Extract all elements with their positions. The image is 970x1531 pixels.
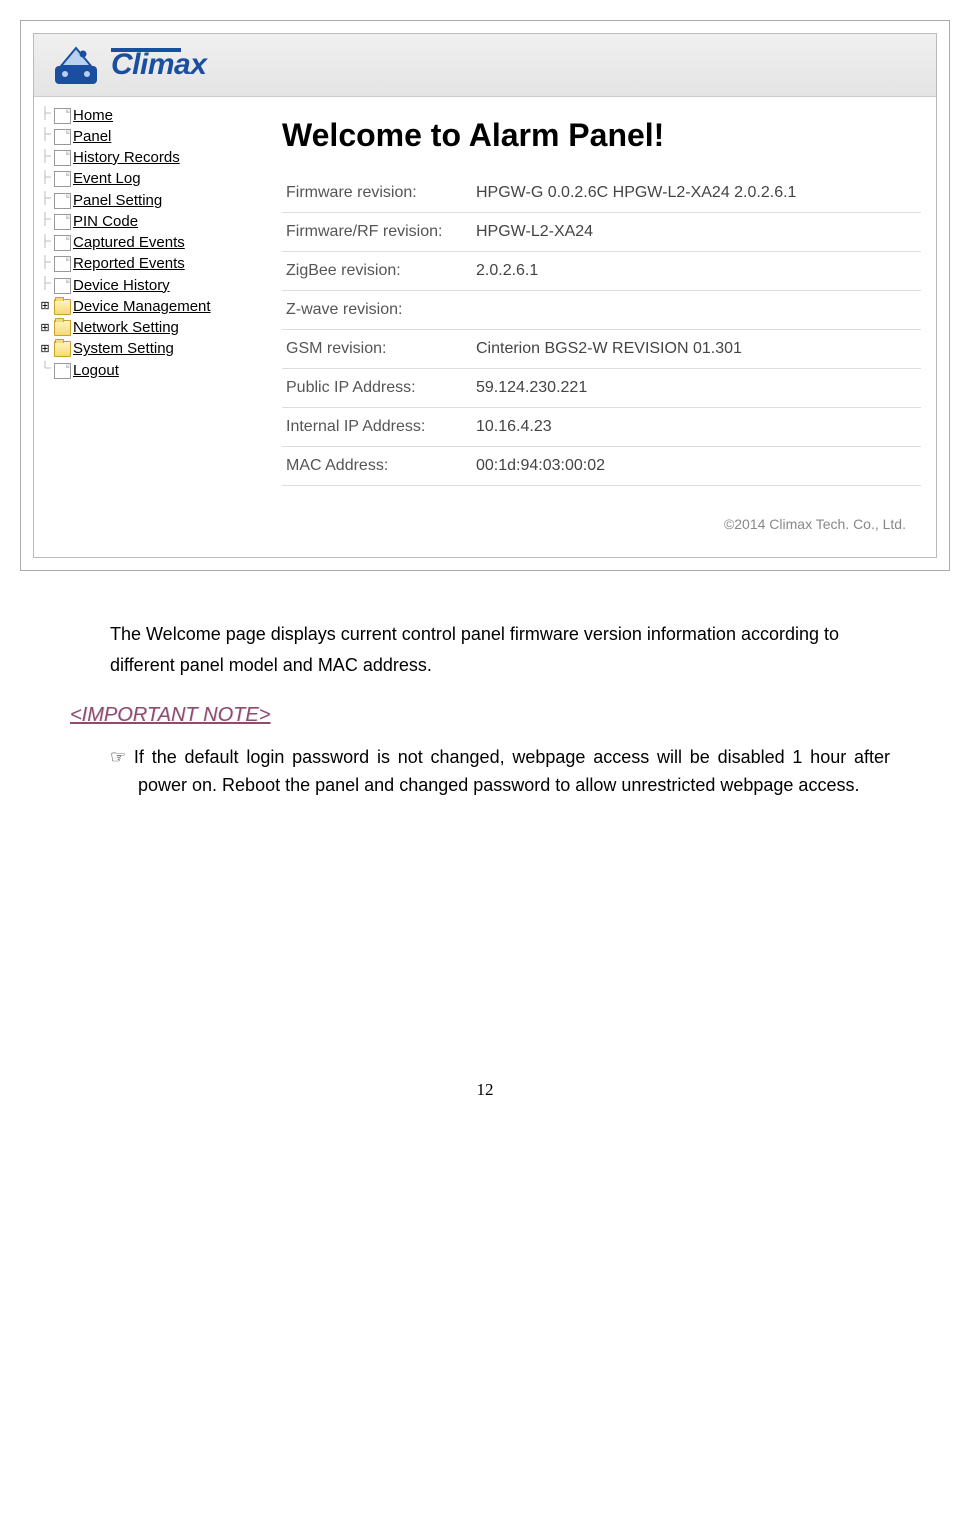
content-area: HomePanelHistory RecordsEvent LogPanel S… [34,97,936,557]
info-value: 00:1d:94:03:00:02 [476,457,605,475]
info-label: Public IP Address: [286,379,476,397]
info-row: GSM revision:Cinterion BGS2-W REVISION 0… [282,330,921,369]
copyright-text: ©2014 Climax Tech. Co., Ltd. [282,486,921,547]
info-label: ZigBee revision: [286,262,476,280]
tree-line-icon [38,127,52,146]
sidebar-item-reported-events[interactable]: Reported Events [38,254,248,275]
sidebar-item-device-management[interactable]: ⊞ Device Management [38,296,248,317]
sidebar-item-captured-events[interactable]: Captured Events [38,233,248,254]
sidebar-item-panel-setting[interactable]: Panel Setting [38,190,248,211]
sidebar-item-label[interactable]: Panel [73,127,111,147]
page-icon [54,108,71,124]
tree-line-icon [38,149,52,168]
page-icon [54,278,71,294]
page-icon [54,363,71,379]
sidebar-item-label[interactable]: History Records [73,148,180,168]
tree-line-icon [38,191,52,210]
page-title: Welcome to Alarm Panel! [282,117,921,154]
page-icon [54,235,71,251]
note-text-content: If the default login password is not cha… [134,747,890,795]
info-label: MAC Address: [286,457,476,475]
info-value: HPGW-G 0.0.2.6C HPGW-L2-XA24 2.0.2.6.1 [476,184,796,202]
folder-icon [54,320,71,336]
info-row: Firmware/RF revision:HPGW-L2-XA24 [282,213,921,252]
tree-line-icon [38,361,52,380]
app-window: Climax HomePanelHistory RecordsEvent Log… [33,33,937,558]
sidebar-item-label[interactable]: System Setting [73,339,174,359]
document-body: The Welcome page displays current contro… [20,571,950,800]
info-row: Public IP Address:59.124.230.221 [282,369,921,408]
page-icon [54,171,71,187]
info-row: Internal IP Address:10.16.4.23 [282,408,921,447]
page-icon [54,129,71,145]
sidebar-item-logout[interactable]: Logout [38,360,248,381]
important-note-heading: <IMPORTANT NOTE> [70,698,890,732]
info-label: Firmware revision: [286,184,476,202]
brand-logo: Climax [49,44,921,86]
tree-line-icon [38,170,52,189]
info-label: Z-wave revision: [286,301,476,319]
sidebar-item-home[interactable]: Home [38,105,248,126]
sidebar-item-pin-code[interactable]: PIN Code [38,211,248,232]
folder-icon [54,299,71,315]
page-icon [54,214,71,230]
info-row: Z-wave revision: [282,291,921,330]
expand-icon[interactable]: ⊞ [38,299,52,314]
brand-name: Climax [111,48,206,82]
pointing-hand-icon: ☞ [110,747,134,767]
info-label: Firmware/RF revision: [286,223,476,241]
sidebar-item-device-history[interactable]: Device History [38,275,248,296]
info-row: ZigBee revision:2.0.2.6.1 [282,252,921,291]
expand-icon[interactable]: ⊞ [38,321,52,336]
info-value: 2.0.2.6.1 [476,262,538,280]
info-row: Firmware revision:HPGW-G 0.0.2.6C HPGW-L… [282,174,921,213]
tree-line-icon [38,212,52,231]
info-value: 10.16.4.23 [476,418,552,436]
important-note-body: ☞ If the default login password is not c… [110,744,890,800]
page-icon [54,193,71,209]
tree-line-icon [38,234,52,253]
logo-mark-icon [49,44,103,86]
sidebar-item-label[interactable]: Panel Setting [73,191,162,211]
sidebar-item-label[interactable]: Device Management [73,297,211,317]
tree-line-icon [38,255,52,274]
sidebar-item-system-setting[interactable]: ⊞ System Setting [38,339,248,360]
page-number: 12 [20,1080,950,1100]
sidebar: HomePanelHistory RecordsEvent LogPanel S… [34,97,252,557]
sidebar-item-label[interactable]: Home [73,106,113,126]
sidebar-item-label[interactable]: Captured Events [73,233,185,253]
page-icon [54,256,71,272]
info-label: GSM revision: [286,340,476,358]
paragraph-description: The Welcome page displays current contro… [110,619,890,680]
info-value: 59.124.230.221 [476,379,587,397]
sidebar-item-label[interactable]: Reported Events [73,254,185,274]
sidebar-item-label[interactable]: Logout [73,361,119,381]
info-label: Internal IP Address: [286,418,476,436]
info-value: HPGW-L2-XA24 [476,223,593,241]
info-row: MAC Address:00:1d:94:03:00:02 [282,447,921,486]
tree-line-icon [38,276,52,295]
sidebar-item-event-log[interactable]: Event Log [38,169,248,190]
sidebar-item-panel[interactable]: Panel [38,126,248,147]
sidebar-item-label[interactable]: Event Log [73,169,141,189]
header-bar: Climax [34,34,936,97]
expand-icon[interactable]: ⊞ [38,342,52,357]
folder-icon [54,341,71,357]
page-icon [54,150,71,166]
info-table: Firmware revision:HPGW-G 0.0.2.6C HPGW-L… [282,174,921,486]
screenshot-frame: Climax HomePanelHistory RecordsEvent Log… [20,20,950,571]
main-panel: Welcome to Alarm Panel! Firmware revisio… [252,97,936,557]
sidebar-item-history-records[interactable]: History Records [38,148,248,169]
sidebar-item-label[interactable]: Network Setting [73,318,179,338]
sidebar-item-label[interactable]: PIN Code [73,212,138,232]
info-value: Cinterion BGS2-W REVISION 01.301 [476,340,742,358]
tree-line-icon [38,106,52,125]
sidebar-item-label[interactable]: Device History [73,276,170,296]
sidebar-item-network-setting[interactable]: ⊞ Network Setting [38,318,248,339]
